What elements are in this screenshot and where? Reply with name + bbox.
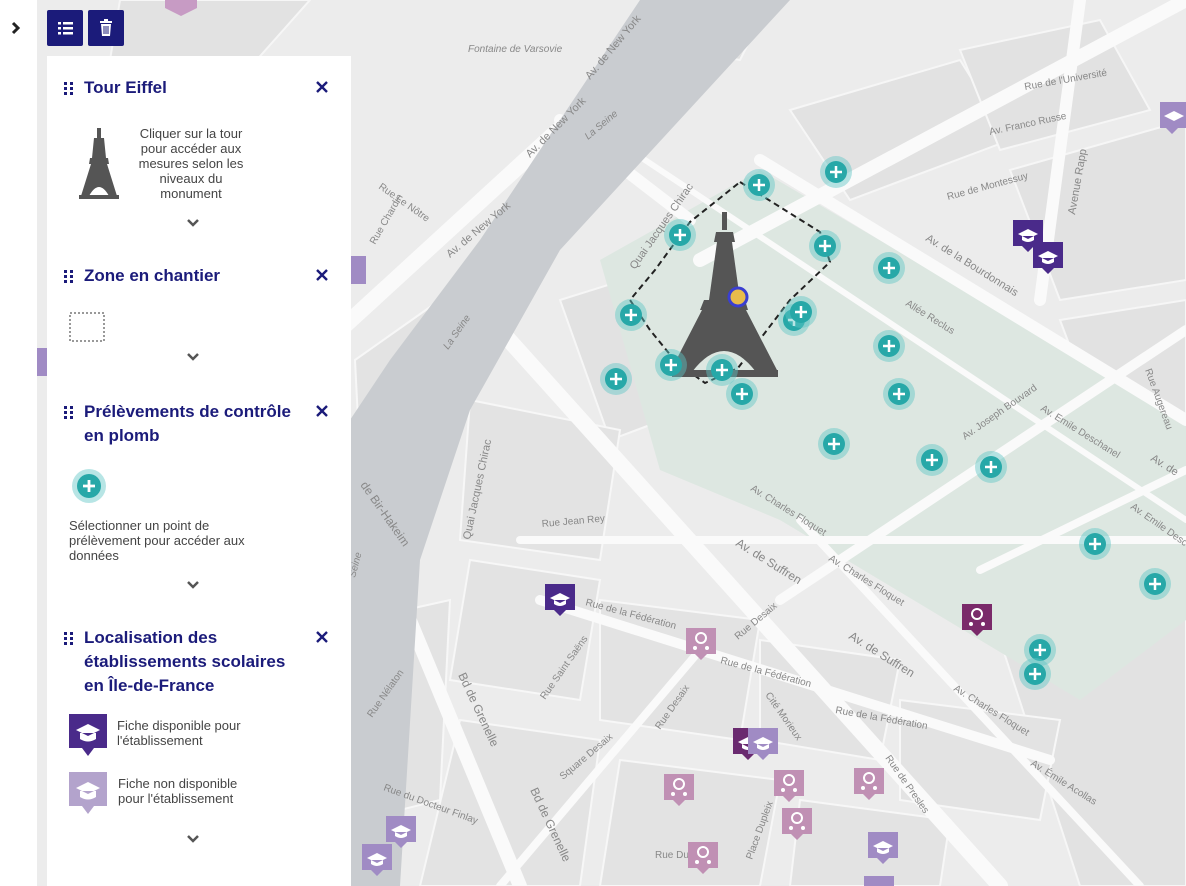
sampling-point[interactable]: [883, 378, 915, 410]
sampling-point[interactable]: [916, 444, 948, 476]
eiffel-tower-icon: [79, 128, 119, 199]
section-description: Cliquer sur la tour pour accéder aux mes…: [138, 126, 244, 201]
legend-item-unavailable: Fiche non disponible pour l'établissemen…: [69, 772, 329, 818]
drag-handle-icon[interactable]: [64, 632, 74, 646]
section-description: Sélectionner un point de prélèvement pou…: [69, 518, 245, 563]
list-layers-button[interactable]: [47, 10, 83, 46]
sampling-point[interactable]: [743, 169, 775, 201]
sampling-point[interactable]: [785, 296, 817, 328]
sampling-point[interactable]: [615, 299, 647, 331]
sampling-point[interactable]: [1139, 568, 1171, 600]
close-icon[interactable]: [313, 266, 331, 284]
legend-item-label: Fiche disponible pour l'établissement: [117, 718, 241, 748]
list-icon: [58, 22, 73, 35]
sampling-point[interactable]: [655, 349, 687, 381]
section-title: Localisation des établissements scolaire…: [84, 628, 286, 695]
school-marker-unavailable[interactable]: [350, 256, 366, 284]
legend-section-prelevements: Prélèvements de contrôle en plomb Sélect…: [47, 400, 351, 590]
chevron-down-icon[interactable]: [186, 218, 200, 228]
legend-item-label: Fiche non disponible pour l'établissemen…: [118, 776, 238, 806]
sampling-point[interactable]: [820, 156, 852, 188]
sampling-point[interactable]: [873, 330, 905, 362]
sidebar-strip: [0, 0, 37, 886]
section-title: Prélèvements de contrôle en plomb: [84, 402, 291, 445]
sampling-point[interactable]: [818, 428, 850, 460]
sampling-point[interactable]: [1019, 658, 1051, 690]
legend-section-etablissements: Localisation des établissements scolaire…: [47, 626, 351, 886]
drag-handle-icon[interactable]: [64, 406, 74, 420]
school-marker-available-icon: [69, 714, 107, 756]
school-marker-unavailable[interactable]: [864, 876, 894, 886]
sampling-point[interactable]: [1079, 528, 1111, 560]
chevron-down-icon[interactable]: [186, 834, 200, 844]
close-icon[interactable]: [313, 628, 331, 646]
section-title: Zone en chantier: [84, 266, 221, 285]
plus-point-icon: [72, 469, 106, 503]
trash-icon: [100, 19, 112, 36]
legend-section-tour-eiffel: Tour Eiffel Cliquer sur la tour pour acc…: [47, 76, 351, 236]
tower-location-marker[interactable]: [727, 286, 749, 308]
chevron-down-icon[interactable]: [186, 352, 200, 362]
expand-panel-button[interactable]: [6, 18, 26, 38]
sampling-point[interactable]: [809, 230, 841, 262]
close-icon[interactable]: [313, 402, 331, 420]
legend-item-available: Fiche disponible pour l'établissement: [69, 714, 329, 760]
chevron-down-icon[interactable]: [186, 580, 200, 590]
sampling-point[interactable]: [726, 378, 758, 410]
school-marker-unavailable-icon: [69, 772, 107, 814]
sampling-point[interactable]: [664, 219, 696, 251]
legend-section-zone-chantier: Zone en chantier: [47, 264, 351, 374]
delete-button[interactable]: [88, 10, 124, 46]
drag-handle-icon[interactable]: [64, 82, 74, 96]
sampling-point[interactable]: [975, 451, 1007, 483]
close-icon[interactable]: [313, 78, 331, 96]
chevron-right-icon: [11, 21, 21, 35]
legend-panel: Tour Eiffel Cliquer sur la tour pour acc…: [47, 56, 351, 886]
drag-handle-icon[interactable]: [64, 270, 74, 284]
sampling-point[interactable]: [873, 252, 905, 284]
section-title: Tour Eiffel: [84, 78, 167, 97]
label-fontaine: Fontaine de Varsovie: [468, 44, 563, 55]
sampling-point[interactable]: [600, 363, 632, 395]
dashed-zone-icon: [69, 312, 105, 342]
